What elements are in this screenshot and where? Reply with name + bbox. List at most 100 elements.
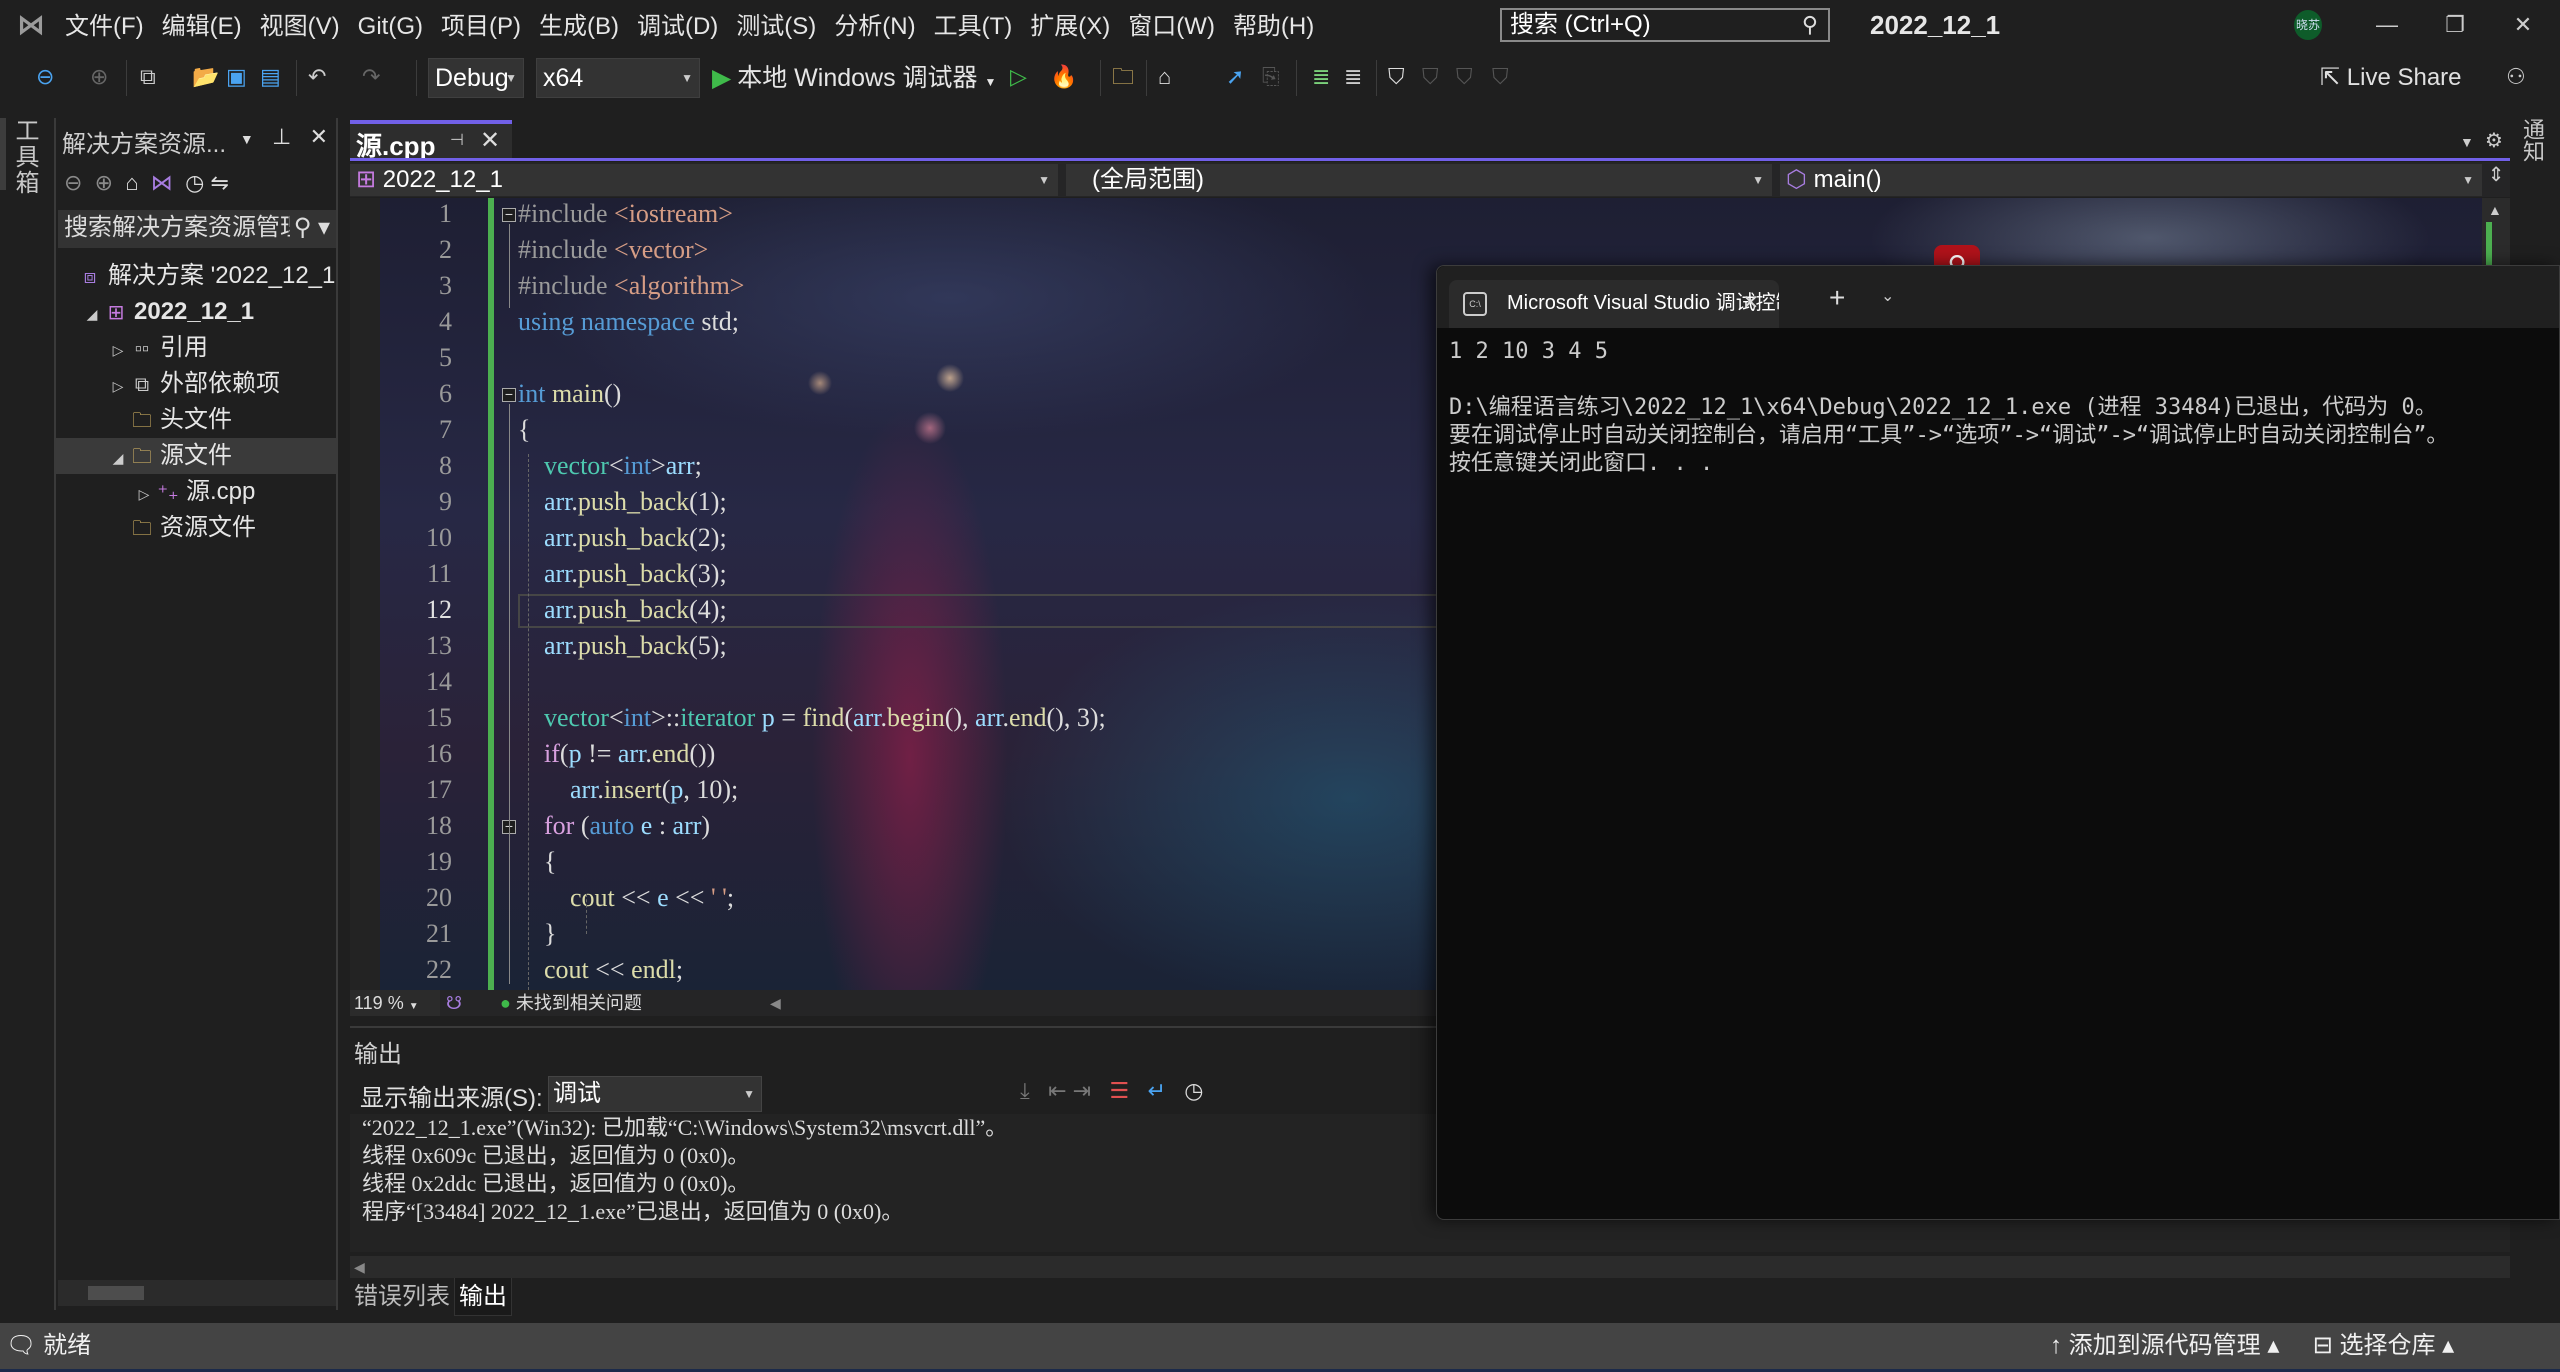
issues-indicator[interactable]: ● 未找到相关问题 [500,990,642,1016]
switch-view-icon[interactable]: ⋈ [151,170,173,195]
scroll-left-icon[interactable]: ◀ [770,990,781,1016]
code-line[interactable]: if(p != arr.end()) [518,736,715,772]
code-line[interactable]: arr.push_back(3); [518,556,727,592]
solution-search-input[interactable]: 搜索解决方案资源管理器 ⚲ ▾ [58,210,336,248]
undo-icon[interactable]: ↶ [308,62,326,92]
menu-item[interactable]: 编辑(E) [159,8,257,44]
prev-message-icon[interactable]: ⇤ [1048,1078,1066,1103]
tab-output[interactable]: 输出 [454,1278,512,1316]
new-project-icon[interactable]: ⧉ [140,62,156,92]
timestamp-icon[interactable]: ◷ [1184,1078,1203,1103]
code-line[interactable]: arr.push_back(5); [518,628,727,664]
window-layout-icon[interactable]: ⌂ [1158,62,1171,92]
save-icon[interactable]: ▣ [226,62,247,92]
minimize-button[interactable]: — [2364,6,2410,44]
restore-button[interactable]: ❐ [2432,6,2478,44]
code-line[interactable]: { [518,844,556,880]
select-repository-button[interactable]: ⊟ 选择仓库 ▴ [2313,1332,2455,1359]
close-tab-icon[interactable]: ✕ [1742,280,1759,326]
code-line[interactable]: arr.push_back(2); [518,520,727,556]
tree-item[interactable]: ▷ ▫▫ 引用 [56,330,336,366]
chevron-down-icon[interactable]: ⌄ [1881,286,1894,306]
uncomment-icon[interactable]: ≣ [1344,62,1362,92]
sync-icon[interactable]: ⇋ [210,170,228,195]
menu-item[interactable]: 文件(F) [62,8,159,44]
gear-icon[interactable]: ⚙ [2485,130,2503,152]
start-without-debugging-icon[interactable]: ▷ [1010,62,1027,92]
code-line[interactable]: for (auto e : arr) [518,808,710,844]
navigate-forward-icon[interactable]: ⊕ [90,62,108,92]
code-line[interactable]: vector<int>::iterator p = find(arr.begin… [518,700,1106,736]
feedback-icon[interactable]: ⚇ [2506,62,2526,92]
menu-item[interactable]: 生成(B) [536,8,634,44]
next-bookmark-icon[interactable]: ⛉ [1456,62,1473,92]
zoom-select[interactable]: 119 % ▼ [350,990,440,1016]
menu-item[interactable]: 窗口(W) [1125,8,1230,44]
forward-icon[interactable]: ⊕ [95,170,113,195]
bookmark-icon[interactable]: ⛉ [1388,62,1405,92]
tree-item[interactable]: ▷ ⧉ 外部依赖项 [56,366,336,402]
search-box[interactable]: 搜索 (Ctrl+Q) ⚲ [1500,8,1830,42]
code-line[interactable]: int main() [518,376,621,412]
expand-toggle-icon[interactable]: ▷ [134,476,154,510]
menu-item[interactable]: 帮助(H) [1230,8,1329,44]
scroll-up-icon[interactable]: ▲ [2488,202,2502,218]
menu-item[interactable]: 调试(D) [634,8,733,44]
code-line[interactable]: #include <iostream> [518,198,733,232]
menu-item[interactable]: 视图(V) [257,8,355,44]
code-line[interactable]: arr.insert(p, 10); [518,772,738,808]
pin-icon[interactable]: ⊥ [272,124,291,149]
tree-item[interactable]: ▷ ⁺₊ 源.cpp [56,474,336,510]
project-nav-select[interactable]: ⊞ 2022_12_1 ▼ [350,164,1058,196]
next-message-icon[interactable]: ⇥ [1073,1078,1091,1103]
console-tab[interactable]: C:\ Microsoft Visual Studio 调试控制台 ✕ [1449,280,1779,328]
close-button[interactable]: ✕ [2500,6,2546,44]
tree-item[interactable]: 🗀 头文件 [56,402,336,438]
clear-bookmarks-icon[interactable]: ⛉ [1492,62,1509,92]
intellicode-icon[interactable]: ☋ [446,990,462,1016]
clear-all-icon[interactable]: ☰ [1109,1078,1129,1103]
expand-toggle-icon[interactable]: ◢ [82,296,102,330]
code-line[interactable]: } [518,916,556,952]
code-line[interactable]: { [518,412,530,448]
fold-toggle[interactable]: − [502,207,516,222]
close-panel-icon[interactable]: ✕ [310,124,328,149]
fold-toggle[interactable]: − [502,387,516,402]
horizontal-scrollbar[interactable] [58,1280,336,1306]
tree-item[interactable]: ◢ ⊞ 2022_12_1 [56,294,336,330]
menu-item[interactable]: 测试(S) [733,8,831,44]
code-line[interactable]: vector<int>arr; [518,448,702,484]
toolbox-tab[interactable]: 工具箱 [11,118,42,196]
code-line[interactable]: #include <vector> [518,232,708,268]
tree-item[interactable]: ◢ 🗀 源文件 [56,438,336,474]
expand-toggle-icon[interactable]: ▷ [108,368,128,402]
output-horizontal-scrollbar[interactable]: ◀ [350,1256,2510,1278]
code-line[interactable]: cout << endl; [518,952,683,988]
options-dropdown-icon[interactable]: ▼ [240,131,254,147]
tab-source-cpp[interactable]: 源.cpp ⊣ ✕ [350,120,512,161]
open-file-icon[interactable]: 📂 [192,62,219,92]
add-source-control-button[interactable]: ↑ 添加到源代码管理 ▴ [2050,1332,2279,1359]
close-tab-icon[interactable]: ✕ [480,126,500,155]
redo-icon[interactable]: ↷ [362,62,380,92]
configuration-select[interactable]: Debug ▼ [428,58,524,98]
code-line[interactable]: arr.push_back(4); [518,592,727,628]
platform-select[interactable]: x64 ▼ [536,58,700,98]
home-icon[interactable]: ⌂ [125,170,138,195]
prev-bookmark-icon[interactable]: ⛉ [1422,62,1439,92]
live-share-button[interactable]: ⇱ Live Share [2320,60,2462,96]
find-message-icon[interactable]: ⤓ [1020,1078,1030,1103]
pin-icon[interactable]: ⊣ [450,130,464,150]
menu-item[interactable]: 扩展(X) [1027,8,1125,44]
hot-reload-icon[interactable]: 🔥 [1050,62,1077,92]
menu-item[interactable]: 分析(N) [831,8,930,44]
menu-item[interactable]: 工具(T) [931,8,1028,44]
member-nav-select[interactable]: ⬡ main() ▼ [1780,164,2482,196]
navigate-back-icon[interactable]: ⊖ [36,62,54,92]
tree-item[interactable]: ⧈ 解决方案 '2022_12_1' [56,258,336,294]
code-line[interactable]: cout << e << ' '; [518,880,734,916]
tab-overflow-icon[interactable]: ▼ [2460,134,2474,150]
tree-item[interactable]: 🗀 资源文件 [56,510,336,546]
code-line[interactable]: using namespace std; [518,304,739,340]
menu-item[interactable]: 项目(P) [438,8,536,44]
